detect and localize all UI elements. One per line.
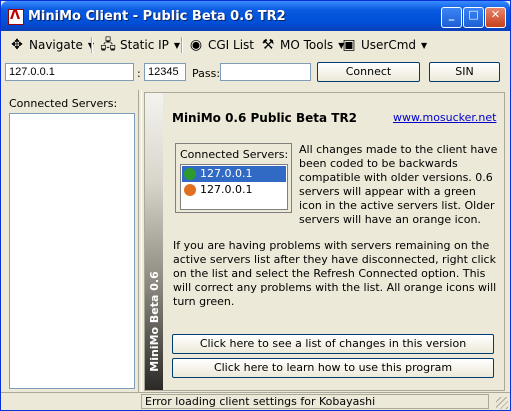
status-bar: Error loading client settings for Kobaya…	[1, 392, 510, 411]
example-servers-title: Connected Servers:	[180, 148, 289, 161]
refresh-note: If you are having problems with servers …	[173, 239, 497, 308]
status-text: Error loading client settings for Kobaya…	[141, 394, 489, 409]
example-servers-list: 127.0.0.1 127.0.0.1	[180, 164, 288, 210]
user-icon-green	[184, 168, 196, 180]
network-icon: 🖧	[100, 37, 116, 53]
connected-servers-list[interactable]	[9, 113, 135, 389]
static-ip-menu[interactable]: 🖧 Static IP ▼	[100, 35, 180, 55]
list-item-label: 127.0.0.1	[200, 183, 253, 196]
mo-tools-menu[interactable]: ⚒ MO Tools ▼	[260, 35, 345, 55]
close-button[interactable]: ✕	[485, 7, 506, 28]
title-bar[interactable]: Λ MiniMo Client - Public Beta 0.6 TR2 _ …	[1, 1, 510, 31]
list-item: 127.0.0.1	[182, 166, 286, 182]
toolbar-separator	[181, 37, 183, 53]
side-banner-label: MiniMo Beta 0.6	[148, 271, 161, 372]
mo-tools-label: MO Tools	[280, 38, 334, 52]
toolbar: ✥ Navigate ▼ 🖧 Static IP ▼ ◉ CGI List ⚒ …	[3, 32, 508, 58]
splitter[interactable]	[138, 90, 142, 392]
navigate-label: Navigate	[29, 38, 83, 52]
main-window: Λ MiniMo Client - Public Beta 0.6 TR2 _ …	[0, 0, 511, 411]
pass-label: Pass:	[192, 67, 221, 80]
maximize-button[interactable]: □	[463, 7, 484, 28]
side-banner: MiniMo Beta 0.6	[145, 93, 163, 390]
example-servers-box: Connected Servers: 127.0.0.1 127.0.0.1	[175, 143, 292, 213]
host-input[interactable]	[5, 63, 134, 81]
cgi-list-label: CGI List	[208, 38, 255, 52]
static-ip-label: Static IP	[120, 38, 169, 52]
user-cmd-menu[interactable]: ▣ UserCmd ▼	[341, 35, 427, 55]
chevron-down-icon: ▼	[173, 40, 181, 50]
resize-grip-icon[interactable]	[496, 397, 508, 409]
tools-icon: ⚒	[261, 37, 275, 53]
sin-button[interactable]: SIN	[429, 62, 500, 82]
compat-note: All changes made to the client have been…	[299, 143, 498, 226]
welcome-title: MiniMo 0.6 Public Beta TR2	[172, 111, 358, 125]
connected-servers-title: Connected Servers:	[9, 97, 118, 110]
user-icon-orange	[184, 184, 196, 196]
toolbar-separator	[91, 37, 93, 53]
changes-button[interactable]: Click here to see a list of changes in t…	[172, 334, 494, 354]
website-link[interactable]: www.mosucker.net	[393, 111, 496, 124]
command-icon: ▣	[342, 37, 356, 53]
navigate-menu[interactable]: ✥ Navigate ▼	[9, 35, 94, 55]
globe-icon: ◉	[189, 37, 203, 53]
password-input[interactable]	[220, 63, 311, 81]
welcome-panel: MiniMo Beta 0.6 MiniMo 0.6 Public Beta T…	[144, 92, 505, 391]
minimize-button[interactable]: _	[441, 7, 462, 28]
app-icon: Λ	[8, 8, 24, 25]
navigate-icon: ✥	[11, 37, 23, 53]
connect-button[interactable]: Connect	[317, 62, 420, 82]
port-input[interactable]	[144, 63, 186, 81]
connect-bar: : Pass: Connect SIN	[1, 59, 510, 85]
list-item: 127.0.0.1	[182, 182, 286, 198]
window-title: MiniMo Client - Public Beta 0.6 TR2	[28, 9, 286, 24]
cgi-list-button[interactable]: ◉ CGI List	[188, 35, 254, 55]
connected-servers-panel: Connected Servers:	[5, 92, 135, 390]
howto-button[interactable]: Click here to learn how to use this prog…	[172, 358, 494, 378]
colon-label: :	[137, 67, 141, 80]
list-item-label: 127.0.0.1	[200, 167, 253, 180]
user-cmd-label: UserCmd	[361, 38, 417, 52]
chevron-down-icon: ▼	[421, 40, 428, 50]
